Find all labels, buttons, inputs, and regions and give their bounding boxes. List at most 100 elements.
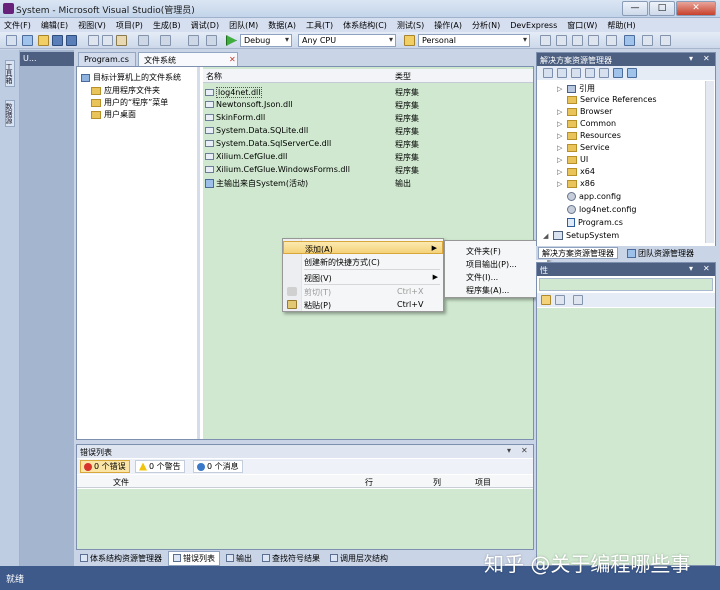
solution-item-resources[interactable]: ▷ Resources xyxy=(557,131,621,140)
command-window-icon[interactable] xyxy=(642,35,653,46)
menu-analyze[interactable]: 分析(N) xyxy=(472,20,500,31)
save-all-icon[interactable] xyxy=(66,35,77,46)
tab-file-system[interactable]: 文件系统 (SetupSystem) ✕ xyxy=(138,52,238,75)
menu-item-new-shortcut[interactable]: 创建新的快捷方式(C) xyxy=(283,255,443,268)
list-row[interactable]: SkinForm.dll 程序集 xyxy=(205,113,531,125)
find-in-files-icon[interactable] xyxy=(404,35,415,46)
tree-item-application-folder[interactable]: 应用程序文件夹 xyxy=(91,85,160,96)
menu-project[interactable]: 项目(P) xyxy=(116,20,143,31)
menu-edit[interactable]: 编辑(E) xyxy=(41,20,68,31)
tab-team-explorer[interactable]: 团队资源管理器 xyxy=(624,247,697,259)
list-row[interactable]: System.Data.SqlServerCe.dll 程序集 xyxy=(205,139,531,151)
customize-toolbar-icon[interactable] xyxy=(660,35,671,46)
menu-view[interactable]: 视图(V) xyxy=(78,20,106,31)
tree-item-programs-menu[interactable]: 用户的“程序”菜单 xyxy=(91,97,168,108)
redo-icon[interactable] xyxy=(160,35,171,46)
warnings-filter-button[interactable]: 0 个警告 xyxy=(135,460,185,473)
pin-icon[interactable]: ▾ xyxy=(507,446,511,455)
expand-icon[interactable]: ▷ xyxy=(557,156,565,164)
menu-data[interactable]: 数据(A) xyxy=(268,20,296,31)
solution-item-browser[interactable]: ▷ Browser xyxy=(557,107,612,116)
solution-item-program-cs[interactable]: Program.cs xyxy=(567,218,623,227)
refresh-icon[interactable] xyxy=(571,68,581,78)
menu-tools[interactable]: 工具(T) xyxy=(306,20,333,31)
tree-root[interactable]: 目标计算机上的文件系统 xyxy=(81,72,181,83)
show-all-files-icon[interactable] xyxy=(557,68,567,78)
pin-icon[interactable]: ▾ xyxy=(689,264,693,273)
tab-output[interactable]: 输出 xyxy=(222,552,256,565)
tab-program-cs[interactable]: Program.cs xyxy=(78,52,136,66)
menu-action[interactable]: 操作(A) xyxy=(434,20,462,31)
solution-explorer-toolbar-icon[interactable] xyxy=(540,35,551,46)
menu-build[interactable]: 生成(B) xyxy=(153,20,181,31)
expand-icon[interactable]: ▷ xyxy=(557,120,565,128)
errors-filter-button[interactable]: 0 个错误 xyxy=(80,460,130,473)
list-row[interactable]: System.Data.SQLite.dll 程序集 xyxy=(205,126,531,138)
submenu-item-folder[interactable]: 文件夹(F) xyxy=(445,244,547,257)
start-debugging-icon[interactable] xyxy=(226,35,237,46)
menu-architecture[interactable]: 体系结构(C) xyxy=(343,20,387,31)
menu-window[interactable]: 窗口(W) xyxy=(567,20,597,31)
categorized-icon[interactable] xyxy=(541,295,551,305)
tree-item-desktop[interactable]: 用户桌面 xyxy=(91,109,136,120)
solution-item-x64[interactable]: ▷ x64 xyxy=(557,167,595,176)
solution-configuration-select[interactable]: Debug xyxy=(240,34,292,47)
expand-icon[interactable]: ▷ xyxy=(557,168,565,176)
menu-test[interactable]: 测试(S) xyxy=(397,20,424,31)
close-icon[interactable]: ✕ xyxy=(703,264,710,273)
view-code-icon[interactable] xyxy=(585,68,595,78)
column-header-line[interactable]: 行 xyxy=(365,477,373,488)
close-icon[interactable]: ✕ xyxy=(229,55,236,64)
properties-icon[interactable] xyxy=(543,68,553,78)
toolbox-tab[interactable]: 工具箱 xyxy=(5,60,15,87)
solution-platform-select[interactable]: Any CPU xyxy=(298,34,396,47)
solution-item-log4net-config[interactable]: log4net.config xyxy=(567,205,636,214)
expand-icon[interactable]: ▷ xyxy=(557,108,565,116)
save-icon[interactable] xyxy=(52,35,63,46)
solution-item-app-config[interactable]: app.config xyxy=(567,192,621,201)
add-item-icon[interactable] xyxy=(22,35,33,46)
tab-architecture-explorer[interactable]: 体系结构资源管理器 xyxy=(76,552,166,565)
toolbox-toolbar-icon[interactable] xyxy=(588,35,599,46)
list-row[interactable]: Xilium.CefGlue.dll 程序集 xyxy=(205,152,531,164)
extension-manager-icon[interactable] xyxy=(624,35,635,46)
solution-item-references[interactable]: ▷ 引用 xyxy=(557,83,595,94)
menu-item-add[interactable]: 添加(A) ▶ xyxy=(283,241,443,254)
datasource-tab[interactable]: 数据源 xyxy=(5,100,15,127)
cut-icon[interactable] xyxy=(88,35,99,46)
expand-icon[interactable]: ▷ xyxy=(557,180,565,188)
close-icon[interactable]: ✕ xyxy=(521,446,528,455)
menu-file[interactable]: 文件(F) xyxy=(4,20,31,31)
paste-icon[interactable] xyxy=(116,35,127,46)
solution-item-ui[interactable]: ▷ UI xyxy=(557,155,588,164)
tab-find-symbol-results[interactable]: 查找符号结果 xyxy=(258,552,324,565)
messages-filter-button[interactable]: 0 个消息 xyxy=(193,460,243,473)
menu-item-view[interactable]: 视图(V) ▶ xyxy=(283,271,443,284)
column-header-name[interactable]: 名称 xyxy=(206,71,222,82)
solution-item-common[interactable]: ▷ Common xyxy=(557,119,616,128)
menu-item-cut[interactable]: 剪切(T) Ctrl+X xyxy=(283,285,443,298)
solution-item-service-references[interactable]: Service References xyxy=(567,95,657,104)
copy-icon[interactable] xyxy=(102,35,113,46)
list-row[interactable]: log4net.dll 程序集 xyxy=(205,87,531,99)
column-header-column[interactable]: 列 xyxy=(433,477,441,488)
menu-help[interactable]: 帮助(H) xyxy=(607,20,635,31)
solution-item-x86[interactable]: ▷ x86 xyxy=(557,179,595,188)
list-row[interactable]: Xilium.CefGlue.WindowsForms.dll 程序集 xyxy=(205,165,531,177)
column-header-file[interactable]: 文件 xyxy=(113,477,129,488)
new-project-icon[interactable] xyxy=(6,35,17,46)
list-row[interactable]: Newtonsoft.Json.dll 程序集 xyxy=(205,100,531,112)
menu-team[interactable]: 团队(M) xyxy=(229,20,258,31)
object-browser-icon[interactable] xyxy=(572,35,583,46)
view-class-diagram-icon[interactable] xyxy=(613,68,623,78)
minimize-button[interactable]: — xyxy=(622,1,648,16)
navigate-forward-icon[interactable] xyxy=(206,35,217,46)
menu-item-paste[interactable]: 粘贴(P) Ctrl+V xyxy=(283,298,443,311)
start-page-icon[interactable] xyxy=(606,35,617,46)
find-combo[interactable]: Personal xyxy=(418,34,530,47)
setup-editor-icon[interactable] xyxy=(627,68,637,78)
tab-solution-explorer[interactable]: 解决方案资源管理器 xyxy=(538,247,618,259)
expand-icon[interactable]: ▷ xyxy=(557,85,565,93)
maximize-button[interactable]: □ xyxy=(649,1,675,16)
column-header-type[interactable]: 类型 xyxy=(395,71,411,82)
